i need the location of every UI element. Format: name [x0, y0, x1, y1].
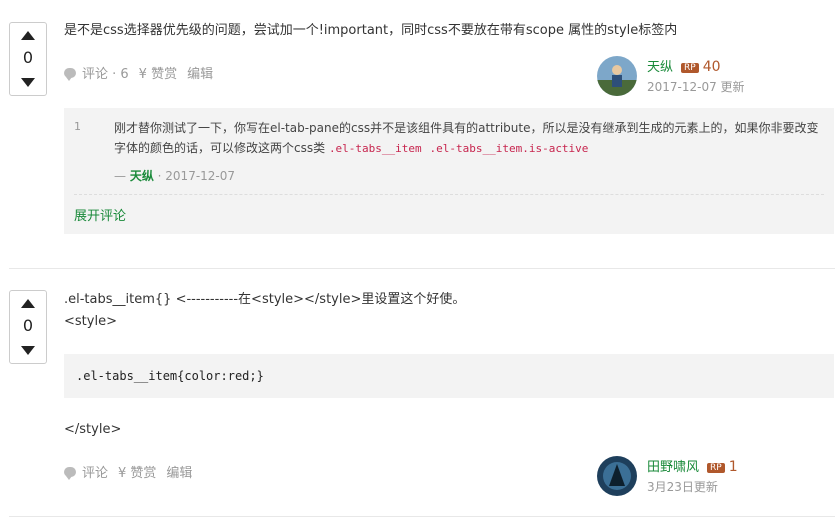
comment-number: 1	[74, 120, 81, 133]
comment-icon	[64, 467, 76, 480]
answer-separator	[9, 516, 835, 517]
author-name[interactable]: 天纵 RP 40	[647, 56, 721, 75]
comment-icon	[64, 68, 76, 81]
divider	[74, 194, 824, 195]
code-snippet: .el-tabs__item	[328, 142, 422, 155]
downvote-button[interactable]	[21, 78, 35, 87]
comment-author-name[interactable]: 天纵	[130, 169, 154, 183]
author-name[interactable]: 田野啸风 RP 1	[647, 456, 738, 475]
answer-text: 是不是css选择器优先级的问题，尝试加一个!important，同时css不要放…	[64, 23, 678, 38]
downvote-button[interactable]	[21, 346, 35, 355]
answer-separator	[9, 268, 835, 269]
answer-text-line: <style>	[64, 314, 117, 329]
avatar[interactable]	[597, 456, 637, 496]
vote-count: 0	[22, 316, 34, 335]
answer-actions: 评论 · 6 ¥ 赞赏 编辑	[64, 63, 223, 82]
expand-comments-link[interactable]: 展开评论	[74, 205, 126, 224]
reputation: 40	[702, 59, 721, 75]
reward-button[interactable]: ¥ 赞赏	[139, 63, 177, 82]
comments-box: 1 刚才替你测试了一下，你写在el-tab-pane的css并不是该组件具有的a…	[64, 108, 834, 234]
comment-author: — 天纵 · 2017-12-07	[114, 169, 236, 183]
update-time: 2017-12-07 更新	[647, 80, 745, 94]
vote-widget: 0	[9, 290, 47, 364]
comment-button[interactable]: 评论 · 6	[64, 63, 129, 82]
rp-badge: RP	[707, 463, 725, 473]
answer-text-line: </style>	[64, 422, 122, 437]
reputation: 1	[728, 459, 738, 475]
comment-button[interactable]: 评论	[64, 462, 108, 481]
upvote-button[interactable]	[21, 299, 35, 308]
avatar[interactable]	[597, 56, 637, 96]
edit-button[interactable]: 编辑	[187, 63, 213, 82]
code-snippet: .el-tabs__item.is-active	[429, 142, 589, 155]
edit-button[interactable]: 编辑	[166, 462, 192, 481]
vote-count: 0	[22, 48, 34, 67]
update-time: 3月23日更新	[647, 480, 718, 494]
comment-text: 刚才替你测试了一下，你写在el-tab-pane的css并不是该组件具有的att…	[114, 121, 819, 155]
code-block: .el-tabs__item{color:red;}	[64, 354, 834, 398]
rp-badge: RP	[681, 63, 699, 73]
reward-button[interactable]: ¥ 赞赏	[118, 462, 156, 481]
answer-actions: 评论 ¥ 赞赏 编辑	[64, 462, 202, 481]
answer-text-line: .el-tabs__item{} <-----------在<style></s…	[64, 292, 466, 307]
vote-widget: 0	[9, 22, 47, 96]
upvote-button[interactable]	[21, 31, 35, 40]
